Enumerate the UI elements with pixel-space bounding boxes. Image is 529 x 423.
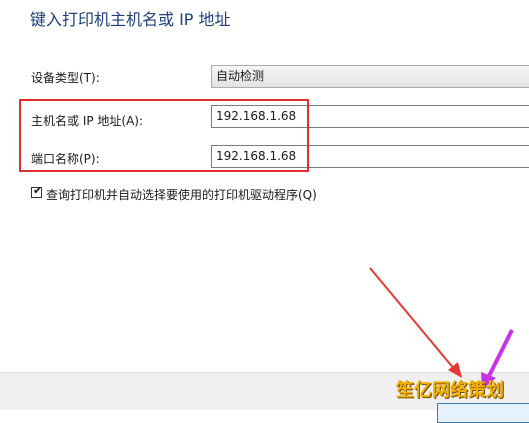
watermark-text: 笙亿网络策划 bbox=[396, 380, 504, 401]
annotation-arrows bbox=[369, 267, 514, 390]
purple-arrow-icon bbox=[486, 329, 514, 379]
red-arrow-icon bbox=[369, 267, 456, 371]
